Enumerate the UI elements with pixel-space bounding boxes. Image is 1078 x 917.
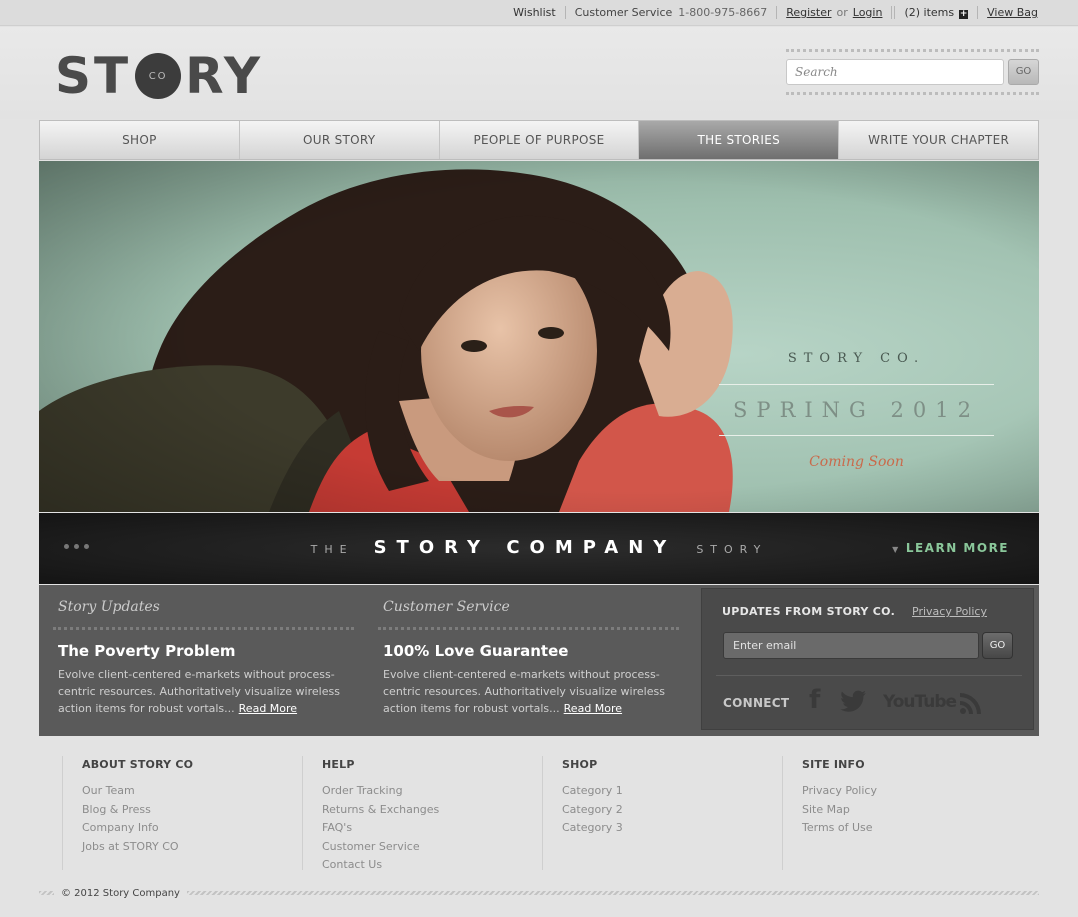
rss-icon[interactable] <box>959 691 983 719</box>
main-nav: SHOP OUR STORY PEOPLE OF PURPOSE THE STO… <box>39 120 1039 160</box>
copyright-bar: © 2012 Story Company <box>39 887 1039 899</box>
connect-label: CONNECT <box>723 696 790 710</box>
site-header: ST CO RY Search GO <box>0 27 1078 119</box>
excerpt-text: Evolve client-centered e-markets without… <box>383 668 665 715</box>
footer-link-company-info[interactable]: Company Info <box>82 819 302 838</box>
chevron-down-icon: ▼ <box>892 545 900 554</box>
column-title: Story Updates <box>53 599 354 630</box>
divider <box>977 6 979 19</box>
banner-pre: THE <box>310 543 354 556</box>
footer-link-faqs[interactable]: FAQ's <box>322 819 542 838</box>
login-link[interactable]: Login <box>853 6 883 19</box>
utility-links: Wishlist Customer Service 1-800-975-8667… <box>513 6 1038 19</box>
footer-link-site-map[interactable]: Site Map <box>802 801 1022 820</box>
or-text: or <box>836 6 848 19</box>
read-more-link[interactable]: Read More <box>564 702 622 715</box>
wishlist-link[interactable]: Wishlist <box>513 6 556 19</box>
divider <box>776 6 778 19</box>
footer-link-jobs[interactable]: Jobs at STORY CO <box>82 838 302 857</box>
privacy-policy-link[interactable]: Privacy Policy <box>912 605 987 618</box>
divider <box>716 675 1022 676</box>
footer-link-terms[interactable]: Terms of Use <box>802 819 1022 838</box>
info-section: Story Updates The Poverty Problem Evolve… <box>39 585 1039 736</box>
newsletter-panel: UPDATES FROM STORY CO. Privacy Policy En… <box>701 588 1034 730</box>
story-logo[interactable]: ST CO RY <box>55 47 263 105</box>
footer-link-category-2[interactable]: Category 2 <box>562 801 782 820</box>
utility-bar: Wishlist Customer Service 1-800-975-8667… <box>0 0 1078 26</box>
article-headline[interactable]: The Poverty Problem <box>58 642 354 660</box>
story-company-banner: THE STORY COMPANY STORY ▼ LEARN MORE <box>39 513 1039 584</box>
email-go-button[interactable]: GO <box>982 632 1013 659</box>
register-link[interactable]: Register <box>786 6 831 19</box>
story-updates-column: Story Updates The Poverty Problem Evolve… <box>53 599 354 717</box>
footer-link-privacy-policy[interactable]: Privacy Policy <box>802 782 1022 801</box>
customer-service-column: Customer Service 100% Love Guarantee Evo… <box>378 599 679 717</box>
plus-icon: + <box>959 9 969 19</box>
cart-items-count: (2) items <box>904 6 955 19</box>
footer-heading: ABOUT STORY CO <box>82 758 194 771</box>
youtube-icon[interactable]: YouTube <box>883 692 957 712</box>
phone-number: 1-800-975-8667 <box>678 6 768 19</box>
hero-caption: STORY CO. SPRING 2012 Coming Soon <box>719 351 994 470</box>
footer-about-column: ABOUT STORY CO Our Team Blog & Press Com… <box>62 756 302 870</box>
footer-link-category-3[interactable]: Category 3 <box>562 819 782 838</box>
nav-write-your-chapter[interactable]: WRITE YOUR CHAPTER <box>839 121 1038 159</box>
site-footer: ABOUT STORY CO Our Team Blog & Press Com… <box>62 756 1022 871</box>
learn-more-link[interactable]: ▼ LEARN MORE <box>892 541 1009 555</box>
cart-items-link[interactable]: (2) items + <box>904 6 969 19</box>
footer-link-blog-press[interactable]: Blog & Press <box>82 801 302 820</box>
search-go-button[interactable]: GO <box>1008 59 1039 85</box>
footer-link-our-team[interactable]: Our Team <box>82 782 302 801</box>
footer-heading: SHOP <box>562 758 598 771</box>
email-input[interactable]: Enter email <box>723 632 979 659</box>
facebook-icon[interactable]: f <box>809 685 820 715</box>
footer-shop-column: SHOP Category 1 Category 2 Category 3 <box>542 756 782 870</box>
nav-people-of-purpose[interactable]: PEOPLE OF PURPOSE <box>440 121 640 159</box>
twitter-icon[interactable] <box>839 690 867 717</box>
footer-link-order-tracking[interactable]: Order Tracking <box>322 782 542 801</box>
hero-banner[interactable]: STORY CO. SPRING 2012 Coming Soon <box>39 161 1039 512</box>
logo-circle: CO <box>135 53 182 99</box>
divider <box>891 6 896 19</box>
column-title: Customer Service <box>378 599 679 630</box>
article-excerpt: Evolve client-centered e-markets without… <box>378 666 679 717</box>
search-input[interactable]: Search <box>786 59 1004 85</box>
hero-coming-soon: Coming Soon <box>809 454 904 470</box>
view-bag-link[interactable]: View Bag <box>987 6 1038 19</box>
footer-heading: SITE INFO <box>802 758 865 771</box>
copyright-text: © 2012 Story Company <box>61 887 180 899</box>
nav-the-stories[interactable]: THE STORIES <box>639 121 840 159</box>
footer-link-contact-us[interactable]: Contact Us <box>322 856 542 875</box>
logo-circle-text: CO <box>148 70 168 82</box>
nav-shop[interactable]: SHOP <box>40 121 240 159</box>
footer-link-category-1[interactable]: Category 1 <box>562 782 782 801</box>
hero-divider <box>719 435 994 436</box>
hero-brand: STORY CO. <box>787 351 926 366</box>
footer-heading: HELP <box>322 758 355 771</box>
learn-more-label: LEARN MORE <box>905 541 1009 555</box>
read-more-link[interactable]: Read More <box>239 702 297 715</box>
logo-text-left: ST <box>55 47 132 105</box>
hero-season: SPRING 2012 <box>733 398 980 422</box>
footer-link-customer-service[interactable]: Customer Service <box>322 838 542 857</box>
banner-main: STORY COMPANY <box>373 537 677 558</box>
banner-post: STORY <box>696 543 768 556</box>
footer-help-column: HELP Order Tracking Returns & Exchanges … <box>302 756 542 871</box>
search-area: Search GO <box>786 49 1039 95</box>
decorative-hatch <box>186 891 1039 895</box>
excerpt-text: Evolve client-centered e-markets without… <box>58 668 340 715</box>
search-placeholder: Search <box>795 65 838 79</box>
footer-link-returns[interactable]: Returns & Exchanges <box>322 801 542 820</box>
updates-title: UPDATES FROM STORY CO. <box>722 605 896 618</box>
customer-service-label: Customer Service <box>574 6 673 19</box>
nav-our-story[interactable]: OUR STORY <box>240 121 440 159</box>
decorative-hatch <box>39 891 54 895</box>
divider <box>564 6 566 19</box>
article-headline[interactable]: 100% Love Guarantee <box>383 642 679 660</box>
logo-text-right: RY <box>185 47 264 105</box>
article-excerpt: Evolve client-centered e-markets without… <box>53 666 354 717</box>
footer-site-info-column: SITE INFO Privacy Policy Site Map Terms … <box>782 756 1022 870</box>
banner-headline: THE STORY COMPANY STORY <box>39 537 1039 558</box>
